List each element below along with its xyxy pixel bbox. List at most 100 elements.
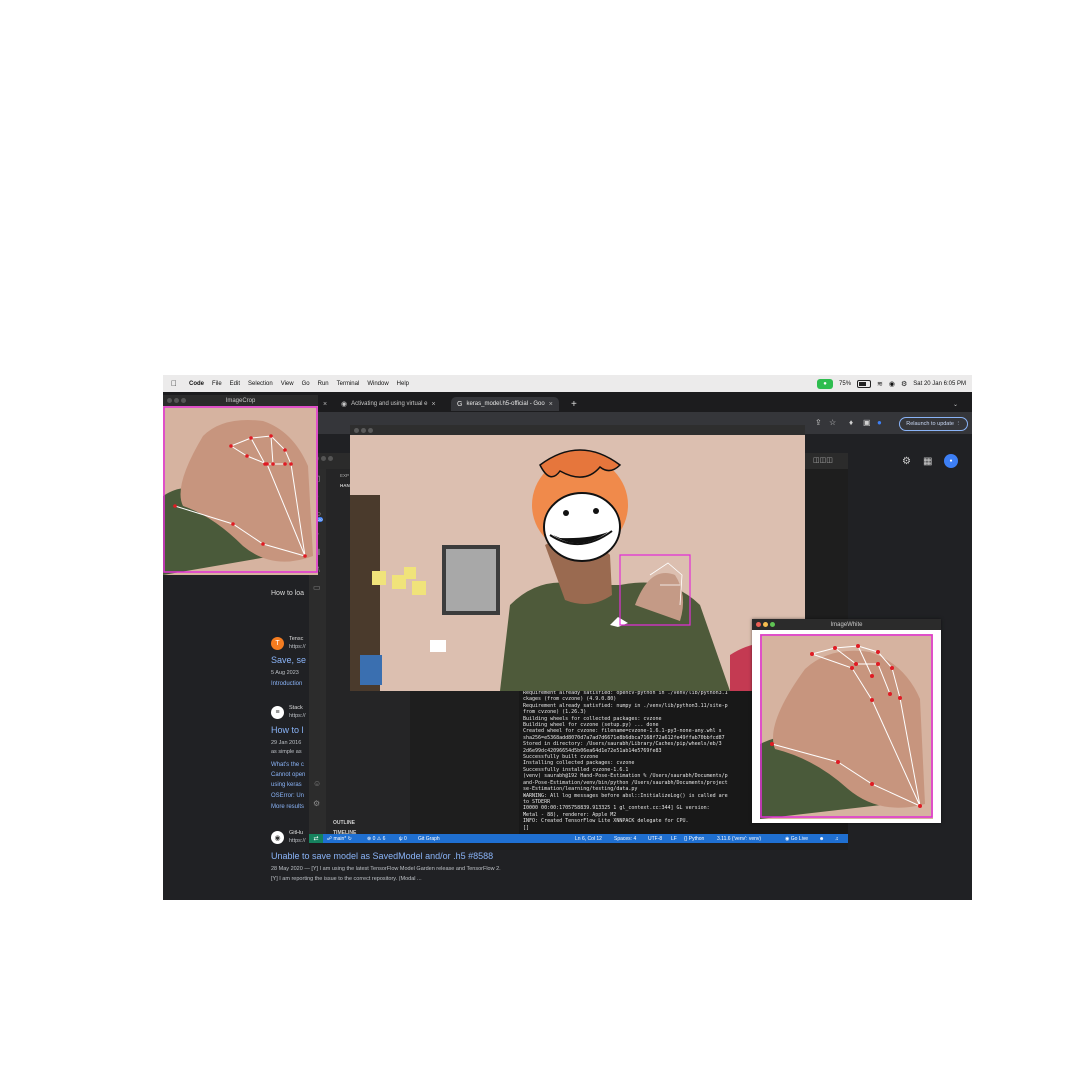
result-sublink[interactable]: using keras <box>271 782 302 788</box>
result-site: Stack <box>289 705 303 711</box>
layout-icon[interactable]: ◫◫◫ <box>813 456 833 464</box>
clock[interactable]: Sat 20 Jan 6:05 PM <box>913 381 966 387</box>
copilot-icon[interactable]: ☻ <box>819 834 824 843</box>
close-dot[interactable] <box>354 428 359 433</box>
result-site: GitHu <box>289 830 304 836</box>
result-sublink[interactable]: Cannot open <box>271 772 305 778</box>
tab-close-icon[interactable]: × <box>323 397 327 411</box>
status-eol[interactable]: LF <box>671 834 677 843</box>
image-crop-window[interactable]: ImageCrop <box>163 395 318 575</box>
zoom-dot[interactable] <box>181 398 186 403</box>
minimize-dot[interactable] <box>321 456 326 461</box>
control-center-icon[interactable]: ⚙ <box>901 380 907 388</box>
profile-icon[interactable]: ● <box>877 418 882 427</box>
result-sublink[interactable]: Introduction <box>271 681 302 687</box>
menu-item-go[interactable]: Go <box>302 381 310 387</box>
image-crop-titlebar: ImageCrop <box>163 395 318 406</box>
minimize-dot[interactable] <box>174 398 179 403</box>
tab-virtual-env[interactable]: ◉ Activating and using virtual e × <box>341 397 436 411</box>
share-icon[interactable]: ⇪ <box>815 418 822 427</box>
status-branch[interactable]: ☍ main* ↻ <box>327 834 352 843</box>
camera-window[interactable] <box>350 425 805 691</box>
wifi-icon[interactable]: ≋ <box>877 380 883 388</box>
remote-indicator-icon[interactable]: ⇄ <box>309 834 323 843</box>
image-white-titlebar: ImageWhite <box>752 619 941 630</box>
result-url: https:// <box>289 713 306 719</box>
branch-label: main* <box>333 835 347 842</box>
zoom-dot[interactable] <box>368 428 373 433</box>
relaunch-button[interactable]: Relaunch to update ⋮ <box>899 417 968 431</box>
record-icon[interactable]: ◉ <box>889 380 895 388</box>
close-dot[interactable] <box>756 622 761 627</box>
apple-icon[interactable]:  <box>171 379 181 388</box>
result-sublink[interactable]: More results <box>271 804 304 810</box>
result-snippet: as simple as <box>271 749 302 755</box>
menu-item-terminal[interactable]: Terminal <box>337 381 360 387</box>
partial-heading: How to loa <box>271 590 305 597</box>
outline-section[interactable]: OUTLINE <box>333 820 355 826</box>
result-title-link[interactable]: How to l <box>271 725 304 735</box>
status-position[interactable]: Ln 6, Col 12 <box>575 834 602 843</box>
tensorflow-favicon-icon: T <box>271 637 284 650</box>
minimize-dot[interactable] <box>763 622 768 627</box>
result-sublink[interactable]: OSError: Un <box>271 793 304 799</box>
result-sublink[interactable]: What's the c <box>271 762 304 768</box>
status-git-graph[interactable]: Git Graph <box>418 834 440 843</box>
account-icon[interactable]: ☺ <box>313 779 322 788</box>
bell-icon[interactable]: ♫ <box>835 834 839 843</box>
status-encoding[interactable]: UTF-8 <box>648 834 662 843</box>
folder-header[interactable]: HAN <box>340 483 350 488</box>
side-panel-icon[interactable]: ▣ <box>863 418 871 427</box>
menu-item-view[interactable]: View <box>281 381 294 387</box>
tab-keras-model[interactable]: G keras_model.h5-official - Goo × <box>451 397 559 411</box>
settings-gear-icon[interactable]: ⚙ <box>902 456 911 467</box>
menu-item-selection[interactable]: Selection <box>248 381 273 387</box>
close-dot[interactable] <box>167 398 172 403</box>
menu-item-run[interactable]: Run <box>318 381 329 387</box>
image-crop-title: ImageCrop <box>225 397 256 404</box>
camera-scene-image <box>350 435 805 691</box>
minimize-dot[interactable] <box>361 428 366 433</box>
hand-white-image <box>760 634 933 819</box>
manage-gear-icon[interactable]: ⚙ <box>313 799 322 808</box>
status-bar: ⇄ ☍ main* ↻ ⊗ 0 ⚠ 6 ψ 0 Git Graph Ln 6, … <box>309 834 848 843</box>
result-site: Tensc <box>289 636 304 642</box>
status-language[interactable]: {} Python <box>684 834 704 843</box>
battery-percent: 75% <box>839 380 852 387</box>
image-white-window[interactable]: ImageWhite <box>752 619 941 823</box>
menu-extras: ● 75% ≋ ◉ ⚙ Sat 20 Jan 6:05 PM <box>817 375 966 392</box>
result-title-link[interactable]: Unable to save model as SavedModel and/o… <box>271 851 493 861</box>
hand-crop-image <box>163 406 318 575</box>
status-spaces[interactable]: Spaces: 4 <box>614 834 636 843</box>
result-url: https:// <box>289 838 306 844</box>
close-icon[interactable]: × <box>432 401 436 408</box>
github-icon: ◉ <box>341 401 348 408</box>
camera-icon[interactable]: ● <box>817 378 834 389</box>
camera-frame <box>350 435 805 691</box>
result-snippet: [Y] I am reporting the issue to the corr… <box>271 876 422 882</box>
tab-label: Activating and using virtual e <box>351 401 428 407</box>
menu-item-file[interactable]: File <box>212 381 222 387</box>
image-white-title: ImageWhite <box>830 621 863 628</box>
result-title-link[interactable]: Save, se <box>271 655 306 665</box>
status-golive[interactable]: ◉ Go Live <box>785 834 808 843</box>
apps-grid-icon[interactable]: ▦ <box>923 456 932 467</box>
menu-app-name[interactable]: Code <box>189 381 204 387</box>
menu-item-edit[interactable]: Edit <box>230 381 240 387</box>
chevron-down-icon[interactable]: ⌄ <box>953 397 958 411</box>
status-interpreter[interactable]: 3.11.6 ('venv': venv) <box>717 834 761 843</box>
remote-explorer-icon[interactable]: ▭ <box>313 583 322 592</box>
new-tab-button[interactable]: + <box>571 399 577 410</box>
battery-icon[interactable] <box>857 379 872 388</box>
bookmark-star-icon[interactable]: ☆ <box>829 418 836 427</box>
status-ports[interactable]: ψ 0 <box>399 834 407 843</box>
extensions-icon[interactable]: ♦ <box>849 418 853 427</box>
menu-item-window[interactable]: Window <box>367 381 388 387</box>
avatar[interactable]: ● <box>944 454 958 468</box>
menu-item-help[interactable]: Help <box>397 381 409 387</box>
status-problems[interactable]: ⊗ 0 ⚠ 6 <box>367 834 385 843</box>
zoom-dot[interactable] <box>328 456 333 461</box>
zoom-dot[interactable] <box>770 622 775 627</box>
result-date: 5 Aug 2023 <box>271 670 299 676</box>
close-icon[interactable]: × <box>549 401 553 408</box>
